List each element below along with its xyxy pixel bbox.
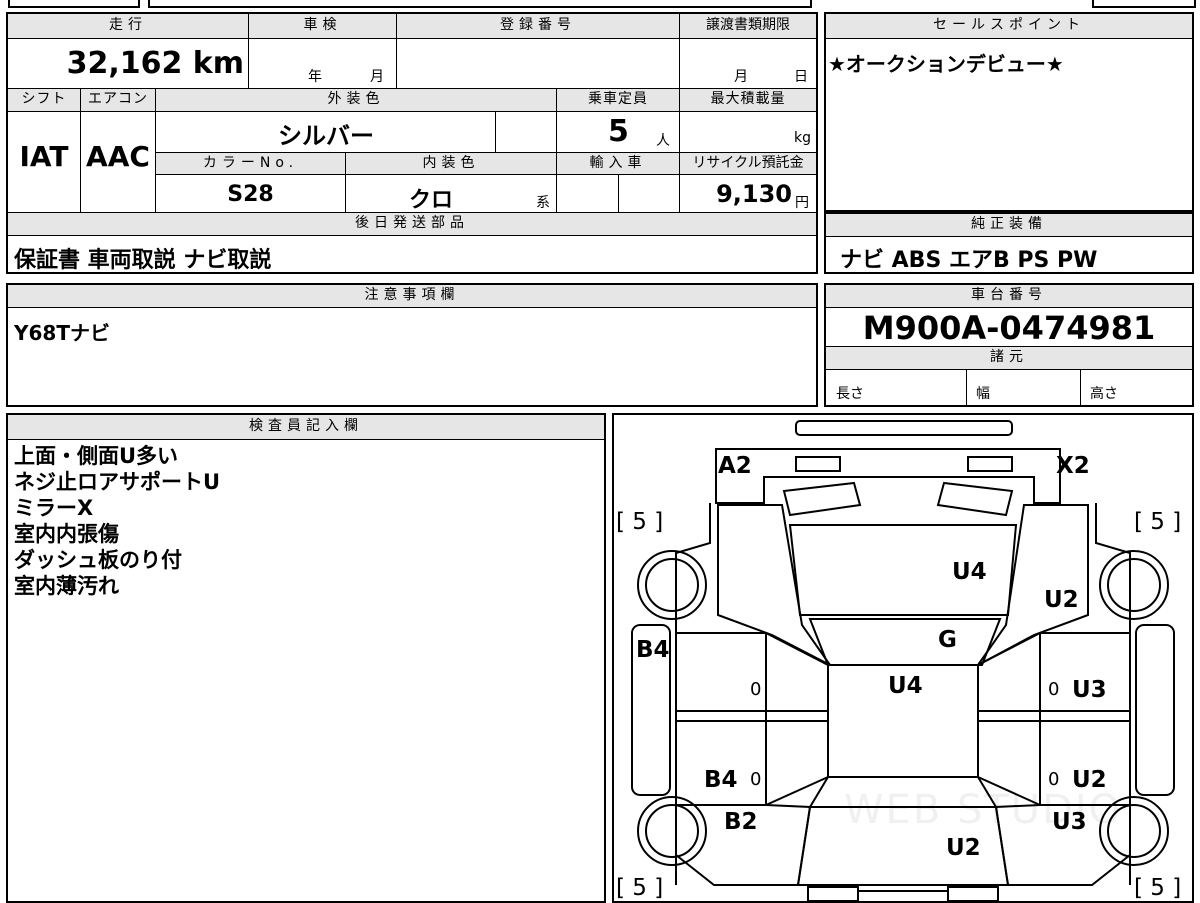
equipment-value: ナビ ABS エアB PS PW xyxy=(840,248,1098,273)
recycle-fee-unit: 円 xyxy=(795,195,809,211)
damage-g-windshield: G xyxy=(938,627,957,653)
transfer-month: 月 xyxy=(734,69,748,85)
registration-header: 登録番号 xyxy=(397,14,679,38)
inspection-year: 年 xyxy=(308,69,322,85)
max-load-unit: kg xyxy=(794,130,811,146)
shift-header: シフト xyxy=(8,89,80,111)
damage-u3-front-door-right: U3 xyxy=(1072,677,1107,703)
aircon-value: AAC xyxy=(86,140,150,173)
transfer-day: 日 xyxy=(794,69,808,85)
damage-u2-rear: U2 xyxy=(946,835,981,861)
import-header: 輸入車 xyxy=(557,153,679,174)
width-label: 幅 xyxy=(976,386,990,402)
transfer-deadline-header: 譲渡書類期限 xyxy=(680,14,816,38)
shift-value: IAT xyxy=(19,140,69,173)
chassis-box: 車台番号 M900A-0474981 諸元 長さ 幅 高さ xyxy=(824,283,1194,407)
top-strip-cell xyxy=(1092,0,1196,8)
tire-front-left: [ 5 ] xyxy=(616,509,664,535)
top-strip-cell xyxy=(8,0,140,8)
interior-color-header: 内装色 xyxy=(346,153,556,174)
color-no-value: S28 xyxy=(227,182,274,207)
damage-b4-front-left: B4 xyxy=(636,637,670,663)
damage-zero-right-front: 0 xyxy=(1048,679,1060,700)
damage-u2-fender-right: U2 xyxy=(1044,587,1079,613)
notes-value: Y68Tナビ xyxy=(14,321,110,345)
damage-b4-rear-left: B4 xyxy=(704,767,738,793)
shipping-parts-value: 保証書 車両取説 ナビ取説 xyxy=(14,248,272,273)
tire-rear-right: [ 5 ] xyxy=(1134,875,1182,901)
sales-point-value: ★オークションデビュー★ xyxy=(828,52,1064,76)
inspection-header: 車検 xyxy=(249,14,396,38)
damage-zero-left-rear: 0 xyxy=(750,769,762,790)
height-label: 高さ xyxy=(1090,386,1118,402)
inspector-box: 検査員記入欄 上面・側面U多い ネジ止ロアサポートU ミラーX 室内内張傷 ダッ… xyxy=(6,413,606,903)
inspector-header: 検査員記入欄 xyxy=(8,415,604,439)
exterior-color-value: シルバー xyxy=(278,122,374,150)
sales-point-box: セールスポイント ★オークションデビュー★ xyxy=(824,12,1194,212)
notes-header: 注意事項欄 xyxy=(8,285,816,307)
damage-a2: A2 xyxy=(718,453,752,479)
capacity-unit: 人 xyxy=(656,133,670,149)
chassis-number: M900A-0474981 xyxy=(862,309,1156,347)
shipping-parts-header: 後日発送部品 xyxy=(8,213,816,235)
chassis-header: 車台番号 xyxy=(826,285,1192,307)
interior-color-suffix: 系 xyxy=(536,195,550,211)
max-load-header: 最大積載量 xyxy=(680,89,816,111)
damage-u4-hood: U4 xyxy=(952,559,987,585)
capacity-value: 5 xyxy=(608,114,629,149)
inspector-line: 室内内張傷 xyxy=(14,522,119,546)
exterior-color-header: 外装色 xyxy=(156,89,556,111)
damage-zero-left-front: 0 xyxy=(750,679,762,700)
car-damage-diagram: [ 5 ] [ 5 ] [ 5 ] [ 5 ] A2 X2 U4 U2 G B4… xyxy=(612,413,1194,903)
equipment-box: 純正装備 ナビ ABS エアB PS PW xyxy=(824,212,1194,274)
damage-u4-roof: U4 xyxy=(888,673,923,699)
tire-front-right: [ 5 ] xyxy=(1134,509,1182,535)
inspector-notes: 上面・側面U多い ネジ止ロアサポートU ミラーX 室内内張傷 ダッシュ板のり付 … xyxy=(14,443,220,599)
inspector-line: ネジ止ロアサポートU xyxy=(14,470,221,494)
vehicle-info-table: 走行 車検 登録番号 譲渡書類期限 32,162 km 年 月 月 日 シフト … xyxy=(6,12,818,274)
inspection-month: 月 xyxy=(370,69,384,85)
capacity-header: 乗車定員 xyxy=(557,89,679,111)
mileage-value: 32,162 km xyxy=(66,46,244,81)
damage-x2: X2 xyxy=(1056,453,1090,479)
inspector-line: ミラーX xyxy=(14,496,94,520)
watermark: WEB STUDIO xyxy=(844,787,1123,833)
specs-header: 諸元 xyxy=(826,347,1192,369)
notes-box: 注意事項欄 Y68Tナビ xyxy=(6,283,818,407)
sales-point-header: セールスポイント xyxy=(826,14,1192,38)
equipment-header: 純正装備 xyxy=(826,214,1192,236)
recycle-fee-header: リサイクル預託金 xyxy=(680,153,816,174)
recycle-fee-value: 9,130 xyxy=(716,180,792,208)
mileage-header: 走行 xyxy=(8,14,248,38)
damage-b2-rear-left: B2 xyxy=(724,809,758,835)
inspector-line: 上面・側面U多い xyxy=(14,444,179,468)
inspector-line: ダッシュ板のり付 xyxy=(14,548,182,572)
aircon-header: エアコン xyxy=(81,89,155,111)
inspector-line: 室内薄汚れ xyxy=(14,574,119,598)
top-strip-cell xyxy=(148,0,812,8)
length-label: 長さ xyxy=(836,386,864,402)
interior-color-value: クロ xyxy=(408,188,453,213)
tire-rear-left: [ 5 ] xyxy=(616,875,664,901)
color-no-header: カラーNo. xyxy=(156,153,345,174)
